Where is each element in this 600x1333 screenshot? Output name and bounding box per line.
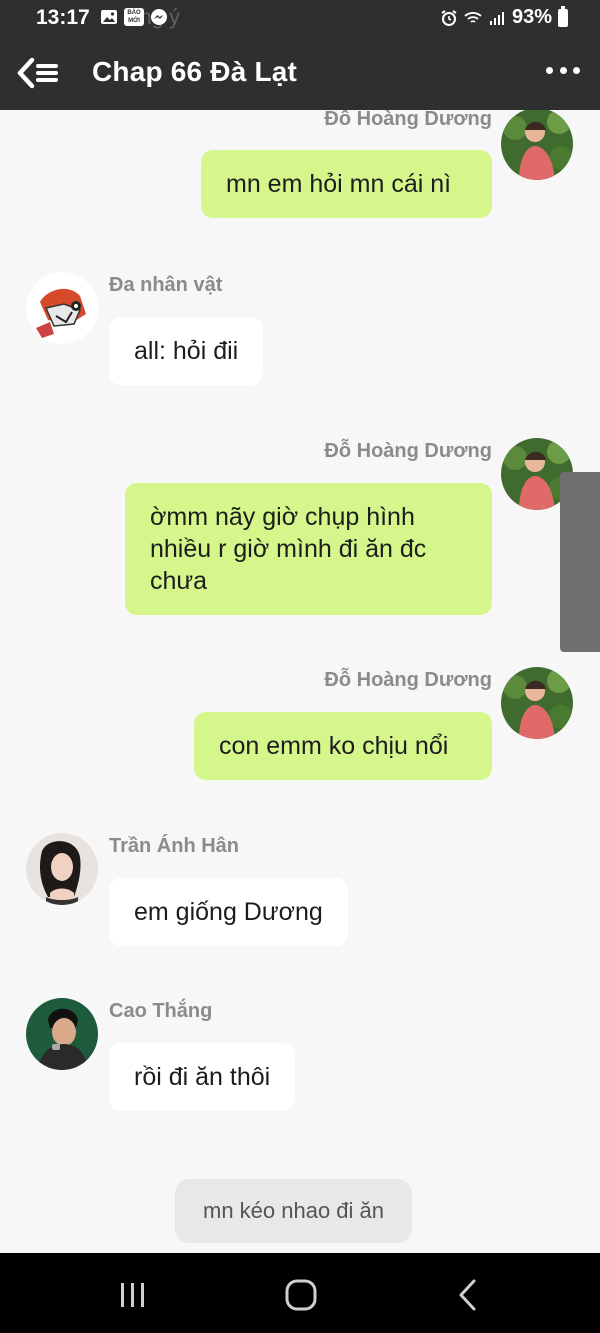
sender-name: Đỗ Hoàng Dương bbox=[324, 110, 492, 130]
baomoi-icon: BÁO MỚI bbox=[124, 8, 144, 26]
navigation-bar bbox=[0, 1253, 600, 1333]
avatar[interactable] bbox=[26, 833, 98, 905]
system-icons: 93% bbox=[440, 5, 568, 29]
messenger-icon bbox=[150, 8, 168, 26]
chat-header: Chap 66 Đà Lạt bbox=[0, 36, 600, 110]
message-bubble-incoming[interactable]: em giống Dương bbox=[109, 878, 348, 946]
back-menu-icon[interactable] bbox=[16, 54, 62, 92]
more-dots-icon[interactable] bbox=[546, 58, 580, 82]
home-icon[interactable] bbox=[281, 1275, 321, 1315]
avatar[interactable] bbox=[26, 272, 98, 344]
image-icon bbox=[100, 8, 118, 26]
sender-name: Cao Thắng bbox=[109, 1000, 213, 1022]
scrollbar-handle[interactable] bbox=[560, 472, 600, 652]
sender-name: Đỗ Hoàng Dương bbox=[324, 440, 492, 462]
message-bubble-outgoing[interactable]: ờmm nãy giờ chụp hình nhiều r giờ mình đ… bbox=[125, 483, 492, 615]
avatar[interactable] bbox=[501, 110, 573, 180]
status-bar: 13:17 ng ý BÁO MỚI 93% bbox=[0, 0, 600, 36]
battery-percent: 93% bbox=[511, 6, 552, 28]
system-message: mn kéo nhao đi ăn bbox=[175, 1179, 413, 1243]
notification-icons: BÁO MỚI bbox=[100, 8, 168, 26]
sender-name: Trần Ánh Hân bbox=[109, 835, 240, 857]
status-time: 13:17 bbox=[36, 6, 90, 29]
back-icon[interactable] bbox=[449, 1275, 489, 1315]
message-bubble-incoming[interactable]: all: hỏi đii bbox=[109, 317, 264, 385]
avatar[interactable] bbox=[26, 998, 98, 1070]
signal-icon bbox=[488, 9, 506, 27]
battery-icon bbox=[558, 5, 568, 27]
recent-apps-icon[interactable] bbox=[113, 1275, 153, 1315]
chat-message-list[interactable]: Đỗ Hoàng Dương mn em hỏi mn cái nì Đa nh… bbox=[0, 110, 600, 1253]
message-bubble-outgoing[interactable]: mn em hỏi mn cái nì bbox=[201, 150, 492, 218]
alarm-icon bbox=[440, 9, 458, 27]
chat-title: Chap 66 Đà Lạt bbox=[92, 56, 298, 87]
avatar[interactable] bbox=[501, 667, 573, 739]
sender-name: Đỗ Hoàng Dương bbox=[324, 669, 492, 691]
sender-name: Đa nhân vật bbox=[109, 274, 223, 296]
wifi-icon bbox=[464, 9, 482, 27]
message-bubble-incoming[interactable]: rồi đi ăn thôi bbox=[109, 1043, 296, 1111]
message-bubble-outgoing[interactable]: con emm ko chịu nổi bbox=[194, 712, 492, 780]
